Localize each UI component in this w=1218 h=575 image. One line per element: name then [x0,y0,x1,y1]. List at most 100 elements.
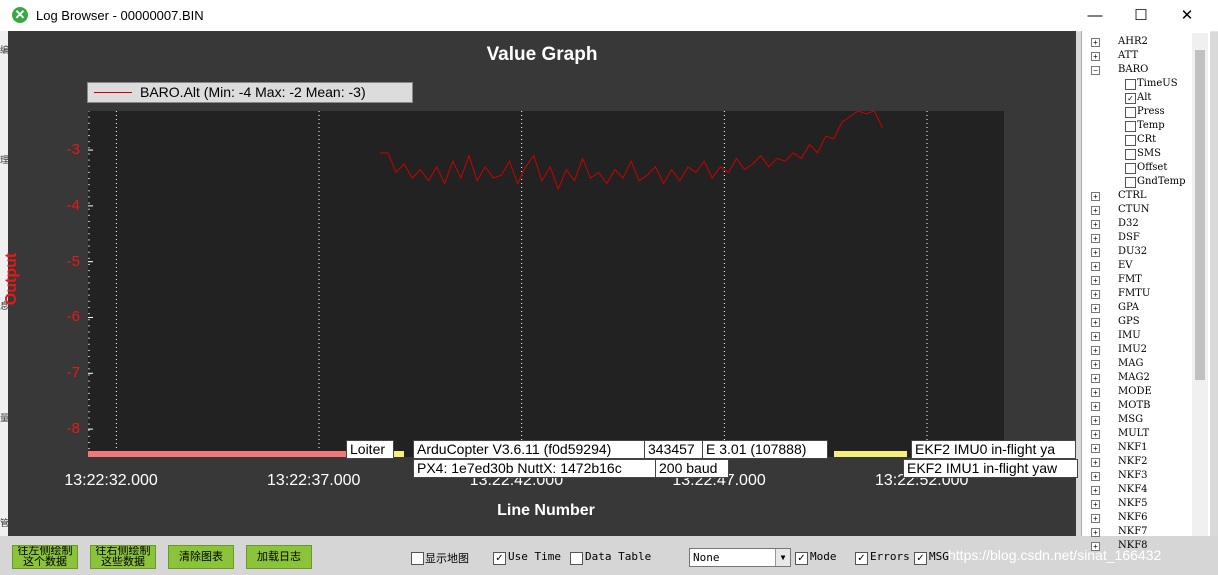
use-time-label: Use Time [508,550,561,563]
field-checkbox-alt[interactable]: ✓ [1125,93,1136,104]
plot-left-button[interactable]: 往左侧绘制这个数据 [12,545,78,569]
tree-item-ctun[interactable]: CTUN [1118,203,1150,217]
clear-graph-button[interactable]: 清除图表 [168,545,234,569]
expand-icon[interactable]: + [1091,360,1100,369]
expand-icon[interactable]: + [1091,220,1100,229]
tree-field-press[interactable]: Press [1137,105,1165,119]
tree-field-sms[interactable]: SMS [1137,147,1161,161]
tree-field-offset[interactable]: Offset [1137,161,1167,175]
expand-icon[interactable]: + [1091,374,1100,383]
tree-item-nkf3[interactable]: NKF3 [1118,469,1148,483]
tree-item-mult[interactable]: MULT [1118,427,1149,441]
expand-icon[interactable]: + [1091,472,1100,481]
expand-icon[interactable]: + [1091,346,1100,355]
annotation-baud: 200 baud [655,459,729,478]
tree-item-ev[interactable]: EV [1118,259,1133,273]
tree-item-imu[interactable]: IMU [1118,329,1141,343]
expand-icon[interactable]: + [1091,276,1100,285]
data-table-checkbox[interactable] [570,552,583,565]
tree-item-baro[interactable]: BARO [1118,63,1148,77]
errors-checkbox[interactable]: ✓ [855,552,868,565]
tree-item-nkf4[interactable]: NKF4 [1118,483,1148,497]
tree-item-du32[interactable]: DU32 [1118,245,1147,259]
tree-scrollbar-thumb[interactable] [1195,50,1205,380]
expand-icon[interactable]: + [1091,206,1100,215]
tree-item-nkf6[interactable]: NKF6 [1118,511,1148,525]
close-button[interactable]: ✕ [1164,0,1210,31]
expand-icon[interactable]: + [1091,444,1100,453]
tree-item-mode[interactable]: MODE [1118,385,1152,399]
plot-right-button[interactable]: 往右侧绘制这些数据 [90,545,156,569]
expand-icon[interactable]: + [1091,262,1100,271]
tree-item-nkf8[interactable]: NKF8 [1118,539,1148,553]
y-tick-label: -3 [66,141,80,159]
tree-item-fmt[interactable]: FMT [1118,273,1142,287]
expand-icon[interactable]: + [1091,248,1100,257]
tree-item-nkf1[interactable]: NKF1 [1118,441,1148,455]
expand-icon[interactable]: + [1091,332,1100,341]
tree-item-mag[interactable]: MAG [1118,357,1143,371]
tree-item-gps[interactable]: GPS [1118,315,1140,329]
tree-field-temp[interactable]: Temp [1137,119,1165,133]
tree-item-msg[interactable]: MSG [1118,413,1143,427]
tree-field-gndtemp[interactable]: GndTemp [1137,175,1186,189]
expand-icon[interactable]: + [1091,304,1100,313]
field-checkbox-timeus[interactable] [1125,79,1136,90]
expand-icon[interactable]: + [1091,52,1100,61]
expand-icon[interactable]: + [1091,402,1100,411]
tree-item-fmtu[interactable]: FMTU [1118,287,1150,301]
expand-icon[interactable]: + [1091,318,1100,327]
use-time-checkbox[interactable]: ✓ [493,552,506,565]
tree-item-d32[interactable]: D32 [1118,217,1139,231]
maximize-button[interactable]: ☐ [1118,0,1164,31]
tree-item-ahr2[interactable]: AHR2 [1118,35,1148,49]
plot-area[interactable] [88,111,1004,457]
show-map-checkbox[interactable] [411,552,424,565]
field-checkbox-sms[interactable] [1125,149,1136,160]
expand-icon[interactable]: + [1091,416,1100,425]
expand-icon[interactable]: + [1091,500,1100,509]
expand-icon[interactable]: + [1091,486,1100,495]
collapse-icon[interactable]: − [1091,66,1100,75]
expand-icon[interactable]: + [1091,290,1100,299]
expand-icon[interactable]: + [1091,234,1100,243]
expand-icon[interactable]: + [1091,192,1100,201]
tree-field-crt[interactable]: CRt [1137,133,1156,147]
tree-item-motb[interactable]: MOTB [1118,399,1150,413]
field-checkbox-offset[interactable] [1125,163,1136,174]
x-axis-label: Line Number [497,502,595,519]
chevron-down-icon[interactable]: ▼ [775,549,790,566]
tree-item-att[interactable]: ATT [1118,49,1138,63]
expand-icon[interactable]: + [1091,388,1100,397]
chart-legend[interactable]: BARO.Alt (Min: -4 Max: -2 Mean: -3) [87,82,413,103]
tree-item-nkf5[interactable]: NKF5 [1118,497,1148,511]
mode-checkbox[interactable]: ✓ [795,552,808,565]
expand-icon[interactable]: + [1091,430,1100,439]
tree-item-mag2[interactable]: MAG2 [1118,371,1150,385]
expand-icon[interactable]: + [1091,458,1100,467]
tree-item-ctrl[interactable]: CTRL [1118,189,1147,203]
tree-item-imu2[interactable]: IMU2 [1118,343,1147,357]
message-tree[interactable]: + AHR2 + ATT − BARO TimeUS ✓ Alt Press Temp CRt SMS O… [1081,31,1210,551]
tree-item-nkf7[interactable]: NKF7 [1118,525,1148,539]
expand-icon[interactable]: + [1091,542,1100,551]
tree-item-gpa[interactable]: GPA [1118,301,1139,315]
load-log-button[interactable]: 加载日志 [246,545,312,569]
tree-field-alt[interactable]: Alt [1137,91,1151,105]
minimize-button[interactable]: — [1072,0,1118,31]
field-checkbox-gndtemp[interactable] [1125,177,1136,188]
mode-band [88,451,348,457]
expand-icon[interactable]: + [1091,514,1100,523]
mode-band [833,451,907,457]
expand-icon[interactable]: + [1091,528,1100,537]
field-checkbox-press[interactable] [1125,107,1136,118]
expand-icon[interactable]: + [1091,38,1100,47]
edge-glyph: 管 [0,518,10,528]
tree-item-nkf2[interactable]: NKF2 [1118,455,1148,469]
tree-item-dsf[interactable]: DSF [1118,231,1140,245]
mode-select[interactable]: None ▼ [689,548,791,567]
tree-field-timeus[interactable]: TimeUS [1137,77,1178,91]
msg-checkbox[interactable]: ✓ [914,552,927,565]
field-checkbox-crt[interactable] [1125,135,1136,146]
field-checkbox-temp[interactable] [1125,121,1136,132]
